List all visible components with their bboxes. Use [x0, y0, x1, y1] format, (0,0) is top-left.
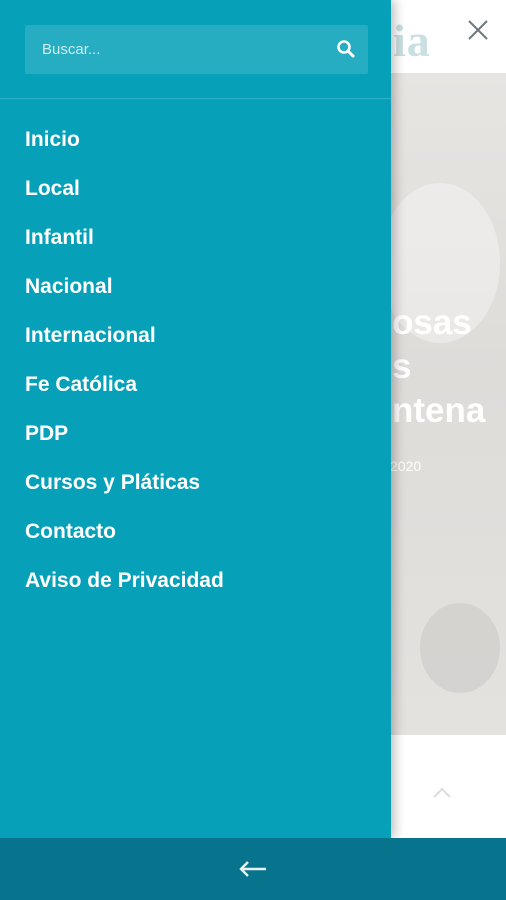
menu-item-aviso-de-privacidad[interactable]: Aviso de Privacidad — [25, 565, 224, 614]
hero-title: osas s ntena — [392, 301, 485, 433]
search-icon — [337, 40, 355, 58]
drawer-divider — [0, 98, 391, 99]
menu-item-local[interactable]: Local — [25, 173, 224, 222]
hero-title-line: osas — [392, 303, 472, 342]
menu-item-fe-catolica[interactable]: Fe Católica — [25, 369, 224, 418]
chevron-up-icon — [433, 787, 451, 798]
menu-item-inicio[interactable]: Inicio — [25, 124, 224, 173]
menu-item-internacional[interactable]: Internacional — [25, 320, 224, 369]
hero-date: 2020 — [390, 458, 422, 474]
site-logo: ia — [393, 15, 431, 66]
navigation-drawer: Inicio Local Infantil Nacional Internaci… — [0, 0, 391, 838]
arrow-left-icon — [239, 861, 266, 877]
bottom-navigation-bar — [0, 838, 506, 900]
main-menu: Inicio Local Infantil Nacional Internaci… — [25, 124, 224, 614]
hero-image-shape — [420, 603, 500, 693]
scroll-to-top-button[interactable] — [428, 779, 456, 807]
app-screen: ia osas s ntena 2020 Buscar... Inicio Lo… — [0, 0, 506, 900]
close-icon — [468, 20, 488, 40]
menu-item-contacto[interactable]: Contacto — [25, 516, 224, 565]
menu-item-infantil[interactable]: Infantil — [25, 222, 224, 271]
back-button[interactable] — [237, 856, 269, 882]
search-box — [25, 25, 368, 74]
menu-item-nacional[interactable]: Nacional — [25, 271, 224, 320]
hero-title-line: ntena — [392, 391, 486, 430]
close-menu-button[interactable] — [462, 14, 494, 46]
search-button[interactable] — [334, 37, 358, 61]
search-input[interactable] — [25, 25, 315, 74]
hero-title-line: s — [392, 347, 412, 386]
menu-item-cursos-y-platicas[interactable]: Cursos y Pláticas — [25, 467, 224, 516]
menu-item-pdp[interactable]: PDP — [25, 418, 224, 467]
